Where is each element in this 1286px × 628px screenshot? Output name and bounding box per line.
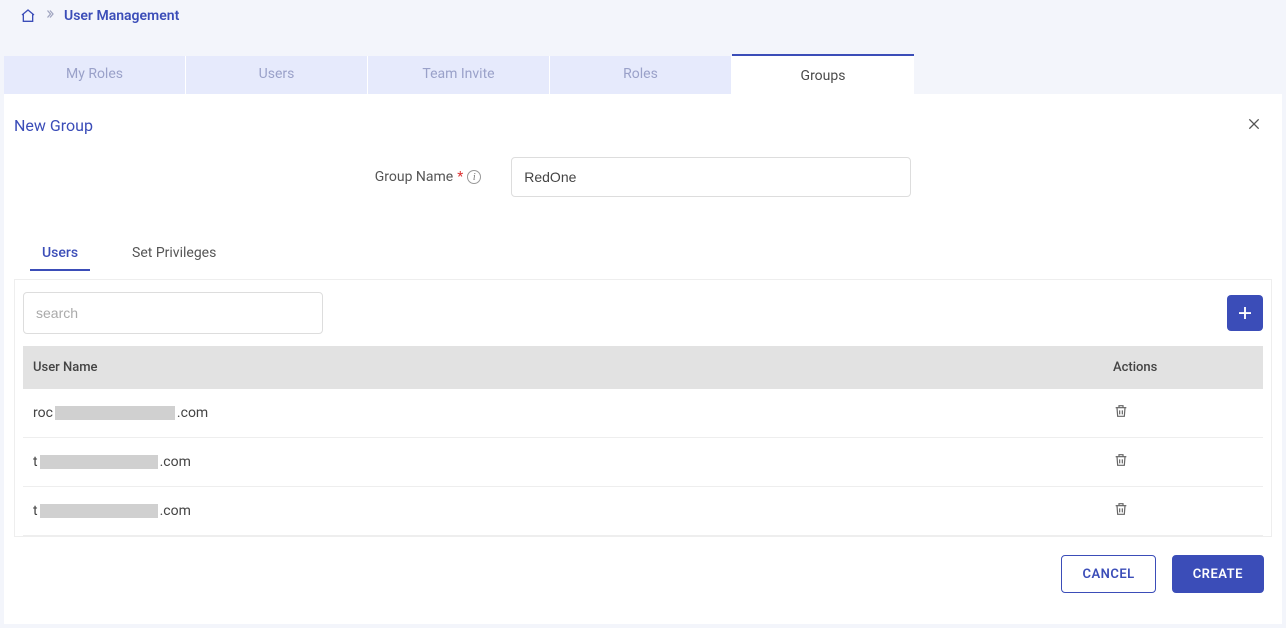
info-icon[interactable]: i bbox=[467, 170, 481, 184]
trash-icon[interactable] bbox=[1113, 407, 1129, 423]
user-suffix: .com bbox=[177, 405, 208, 421]
user-suffix: .com bbox=[160, 503, 191, 519]
actions-cell bbox=[1103, 487, 1263, 536]
create-button[interactable]: CREATE bbox=[1172, 555, 1264, 593]
tab-groups[interactable]: Groups bbox=[732, 54, 914, 94]
user-prefix: t bbox=[33, 503, 38, 519]
trash-icon[interactable] bbox=[1113, 505, 1129, 521]
new-group-panel: New Group Group Name * i Users Set Privi… bbox=[4, 94, 1282, 624]
search-input[interactable] bbox=[23, 292, 323, 334]
user-prefix: roc bbox=[33, 405, 53, 421]
tab-my-roles[interactable]: My Roles bbox=[4, 56, 186, 94]
chevron-icon bbox=[44, 8, 56, 24]
tab-users[interactable]: Users bbox=[186, 56, 368, 94]
home-icon[interactable] bbox=[20, 8, 36, 24]
redacted-segment bbox=[40, 504, 158, 518]
redacted-segment bbox=[40, 455, 158, 469]
add-user-button[interactable] bbox=[1227, 295, 1263, 331]
sub-tabs: Users Set Privileges bbox=[4, 237, 1282, 271]
required-asterisk: * bbox=[457, 169, 463, 185]
table-row: t .com bbox=[23, 438, 1263, 487]
users-table: User Name Actions roc .com t .com t .com bbox=[23, 346, 1263, 536]
breadcrumb: User Management bbox=[0, 0, 1286, 32]
trash-icon[interactable] bbox=[1113, 456, 1129, 472]
user-prefix: t bbox=[33, 454, 38, 470]
subtab-set-privileges[interactable]: Set Privileges bbox=[120, 237, 228, 271]
subtab-users[interactable]: Users bbox=[30, 237, 90, 271]
footer-buttons: CANCEL CREATE bbox=[4, 537, 1282, 593]
cancel-button[interactable]: CANCEL bbox=[1061, 555, 1155, 593]
panel-title: New Group bbox=[14, 116, 93, 135]
group-name-row: Group Name * i bbox=[4, 149, 1282, 217]
group-name-label: Group Name * i bbox=[375, 169, 482, 185]
close-icon[interactable] bbox=[1246, 116, 1262, 137]
breadcrumb-current[interactable]: User Management bbox=[64, 8, 179, 24]
table-row: t .com bbox=[23, 487, 1263, 536]
user-name-cell: t .com bbox=[23, 438, 1103, 487]
redacted-segment bbox=[55, 406, 175, 420]
actions-cell bbox=[1103, 389, 1263, 438]
tab-team-invite[interactable]: Team Invite bbox=[368, 56, 550, 94]
group-name-label-text: Group Name bbox=[375, 169, 453, 185]
user-name-cell: t .com bbox=[23, 487, 1103, 536]
user-suffix: .com bbox=[160, 454, 191, 470]
user-name-cell: roc .com bbox=[23, 389, 1103, 438]
main-tabs: My Roles Users Team Invite Roles Groups bbox=[4, 56, 1282, 94]
group-name-input[interactable] bbox=[511, 157, 911, 197]
users-section: User Name Actions roc .com t .com t .com bbox=[14, 279, 1272, 537]
col-user-name: User Name bbox=[23, 346, 1103, 389]
tab-roles[interactable]: Roles bbox=[550, 56, 732, 94]
col-actions: Actions bbox=[1103, 346, 1263, 389]
table-row: roc .com bbox=[23, 389, 1263, 438]
actions-cell bbox=[1103, 438, 1263, 487]
